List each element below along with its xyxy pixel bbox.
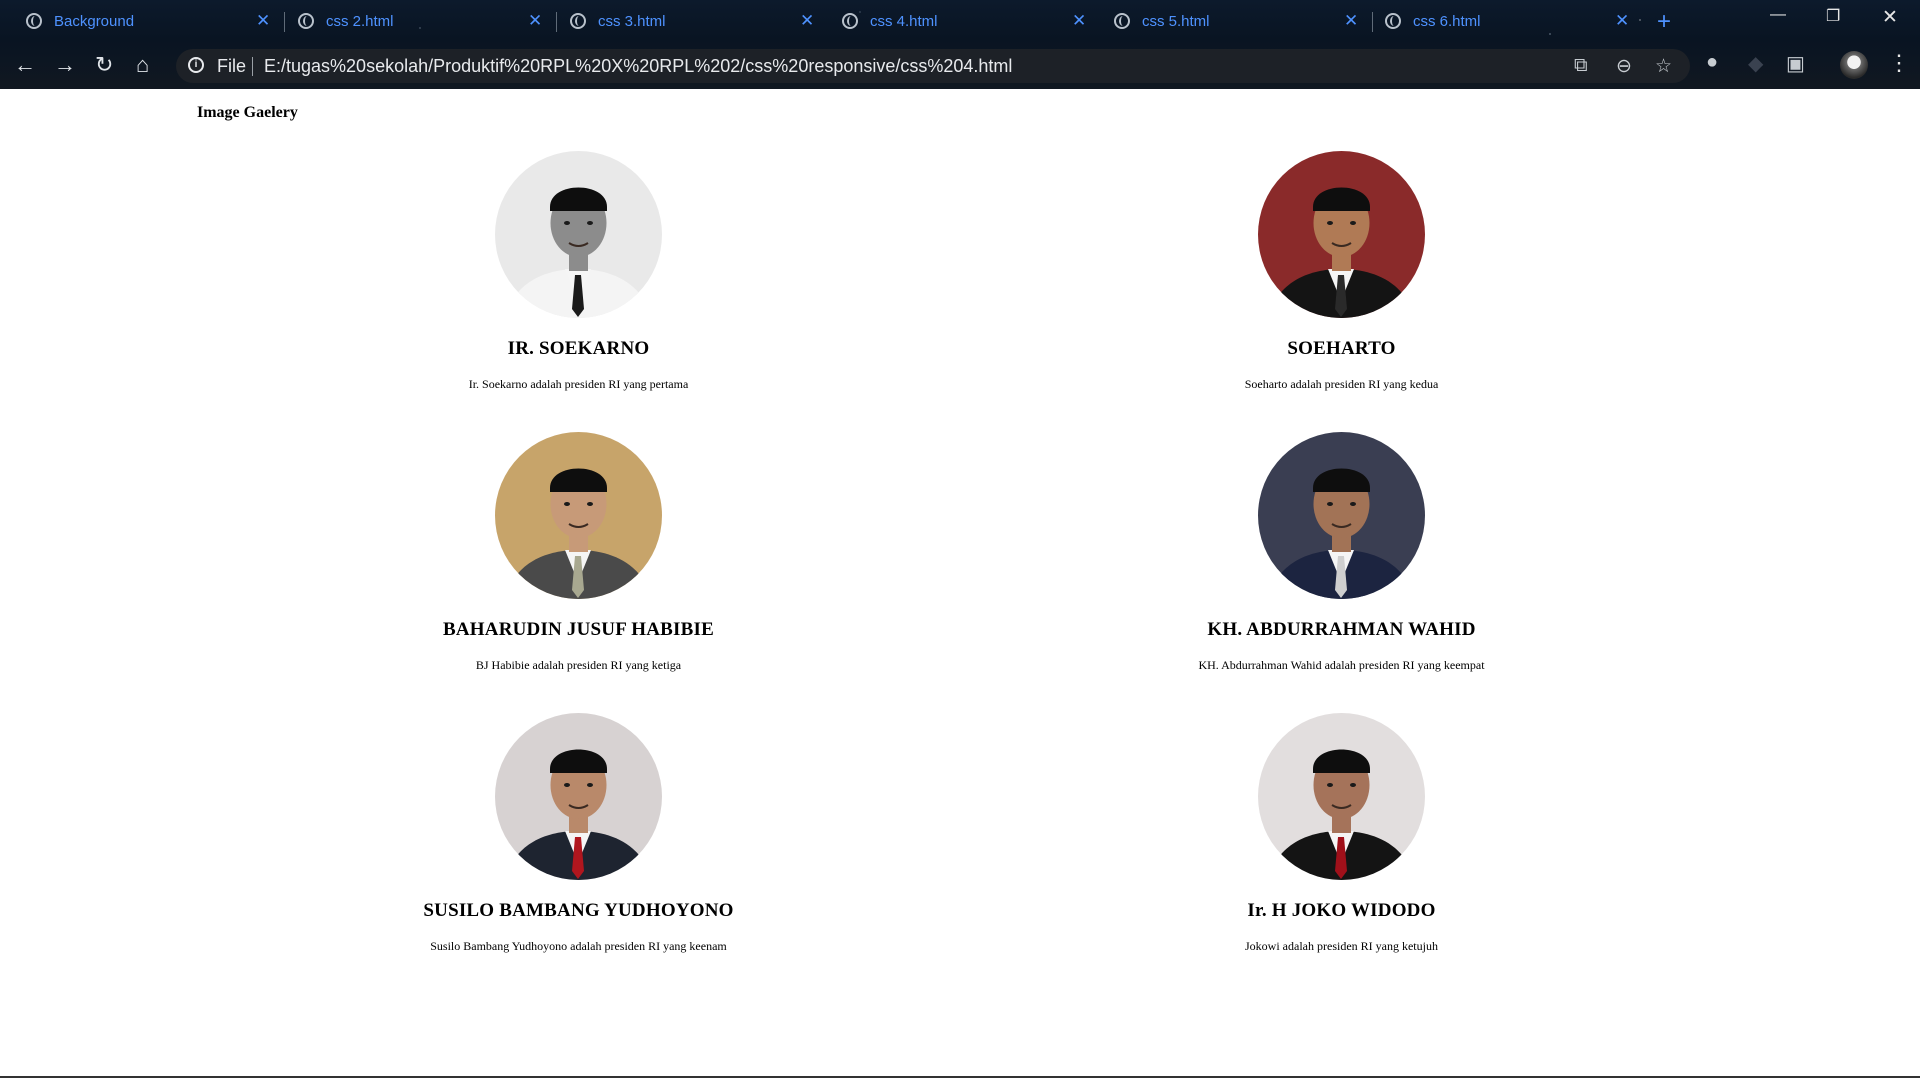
page-title: Image Gaelery: [197, 104, 298, 121]
portrait-illustration: [1258, 151, 1425, 318]
tab-title: Background: [54, 12, 135, 30]
globe-icon: [570, 13, 586, 29]
president-name: Ir. H JOKO WIDODO: [1247, 900, 1436, 921]
forward-arrow-icon[interactable]: →: [54, 51, 76, 79]
president-description: Susilo Bambang Yudhoyono adalah presiden…: [430, 939, 727, 953]
portrait-image: [1258, 151, 1425, 318]
profile-avatar[interactable]: [1840, 51, 1868, 79]
globe-icon: [842, 13, 858, 29]
browser-toolbar: ← → ↻ ⌂ i File E:/tugas%20sekolah/Produk…: [0, 46, 1920, 84]
tab-strip: Background ✕ css 2.html ✕ css 3.html ✕ c…: [0, 0, 1920, 42]
president-name: IR. SOEKARNO: [507, 338, 650, 359]
tab-title: css 4.html: [870, 12, 938, 30]
gallery-card-3: BAHARUDIN JUSUF HABIBIE BJ Habibie adala…: [197, 432, 960, 713]
president-name: SOEHARTO: [1287, 338, 1396, 359]
tab-css-4[interactable]: css 4.html ✕: [842, 6, 1087, 36]
gallery-card-1: IR. SOEKARNO Ir. Soekarno adalah preside…: [197, 151, 960, 432]
window-close-icon[interactable]: ✕: [1882, 6, 1898, 29]
portrait-illustration: [1258, 432, 1425, 599]
image-gallery: IR. SOEKARNO Ir. Soekarno adalah preside…: [197, 151, 1723, 994]
scheme-label: File: [217, 56, 247, 76]
president-description: BJ Habibie adalah presiden RI yang ketig…: [475, 658, 682, 672]
close-icon[interactable]: ✕: [256, 11, 270, 31]
gallery-card-2: SOEHARTO Soeharto adalah presiden RI yan…: [960, 151, 1723, 432]
close-icon[interactable]: ✕: [1615, 11, 1629, 31]
close-icon[interactable]: ✕: [1072, 11, 1086, 31]
close-icon[interactable]: ✕: [1344, 11, 1358, 31]
tab-separator: [1372, 12, 1373, 32]
restore-icon[interactable]: ❐: [1826, 6, 1840, 26]
tab-title: css 6.html: [1413, 12, 1481, 30]
gallery-card-5: SUSILO BAMBANG YUDHOYONO Susilo Bambang …: [197, 713, 960, 994]
portrait-illustration: [495, 151, 662, 318]
tab-title: css 5.html: [1142, 12, 1210, 30]
portrait-illustration: [495, 713, 662, 880]
tab-title: css 2.html: [326, 12, 394, 30]
gallery-card-6: Ir. H JOKO WIDODO Jokowi adalah presiden…: [960, 713, 1723, 994]
globe-icon: [1114, 13, 1130, 29]
tab-css-5[interactable]: css 5.html ✕: [1114, 6, 1359, 36]
portrait-image: [495, 713, 662, 880]
tab-separator: [556, 12, 557, 32]
info-icon[interactable]: i: [188, 57, 204, 73]
president-description: KH. Abdurrahman Wahid adalah presiden RI…: [1198, 658, 1485, 672]
url-text[interactable]: E:/tugas%20sekolah/Produktif%20RPL%20X%2…: [264, 56, 1012, 77]
minimize-icon[interactable]: —: [1770, 6, 1786, 24]
reload-icon[interactable]: ↻: [95, 51, 113, 79]
extension-chat-icon[interactable]: ▣: [1786, 51, 1805, 76]
browser-chrome: Background ✕ css 2.html ✕ css 3.html ✕ c…: [0, 0, 1920, 89]
tab-background[interactable]: Background ✕: [26, 6, 271, 36]
translate-icon[interactable]: ⧉: [1574, 55, 1588, 77]
home-icon[interactable]: ⌂: [136, 51, 149, 79]
president-name: SUSILO BAMBANG YUDHOYONO: [423, 900, 734, 921]
president-name: KH. ABDURRAHMAN WAHID: [1207, 619, 1476, 640]
address-bar[interactable]: i File E:/tugas%20sekolah/Produktif%20RP…: [176, 49, 1690, 83]
portrait-illustration: [495, 432, 662, 599]
tab-css-6[interactable]: css 6.html ✕: [1385, 6, 1630, 36]
back-arrow-icon[interactable]: ←: [14, 51, 36, 79]
tab-css-3[interactable]: css 3.html ✕: [570, 6, 815, 36]
tab-separator: [284, 12, 285, 32]
president-description: Ir. Soekarno adalah presiden RI yang per…: [468, 377, 689, 391]
globe-icon: [298, 13, 314, 29]
portrait-illustration: [1258, 713, 1425, 880]
omnibox-divider: [252, 57, 253, 76]
bottom-divider: [0, 1076, 1920, 1078]
portrait-image: [1258, 432, 1425, 599]
extension-bulb-icon[interactable]: ●: [1706, 51, 1718, 74]
web-page: Image Gaelery IR. SOEKARNO Ir. Soekarno …: [0, 89, 1920, 1078]
extension-bird-icon[interactable]: ◆: [1748, 51, 1763, 76]
bookmark-star-icon[interactable]: ☆: [1655, 55, 1672, 78]
portrait-image: [495, 151, 662, 318]
portrait-image: [495, 432, 662, 599]
tab-css-2[interactable]: css 2.html ✕: [298, 6, 543, 36]
portrait-image: [1258, 713, 1425, 880]
globe-icon: [26, 13, 42, 29]
president-description: Soeharto adalah presiden RI yang kedua: [1244, 377, 1439, 391]
gallery-card-4: KH. ABDURRAHMAN WAHID KH. Abdurrahman Wa…: [960, 432, 1723, 713]
zoom-out-icon[interactable]: ⊖: [1616, 55, 1632, 78]
president-name: BAHARUDIN JUSUF HABIBIE: [443, 619, 714, 640]
close-icon[interactable]: ✕: [800, 11, 814, 31]
menu-kebab-icon[interactable]: ⋮: [1888, 50, 1910, 76]
tab-title: css 3.html: [598, 12, 666, 30]
president-description: Jokowi adalah presiden RI yang ketujuh: [1245, 939, 1438, 953]
close-icon[interactable]: ✕: [528, 11, 542, 31]
globe-icon: [1385, 13, 1401, 29]
new-tab-plus-icon[interactable]: +: [1657, 8, 1671, 36]
